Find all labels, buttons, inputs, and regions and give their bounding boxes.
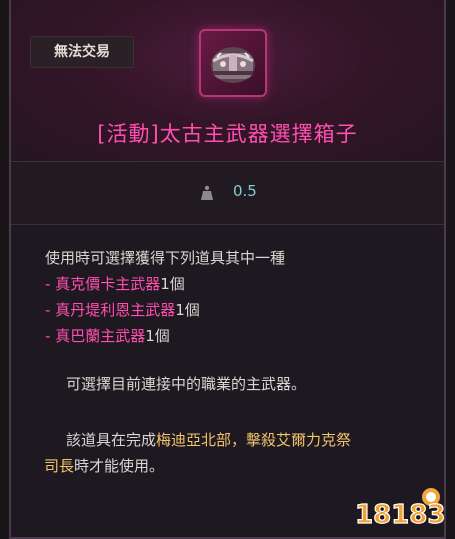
logo-text: 18183 [355, 500, 445, 529]
item-description: 使用時可選擇獲得下列道具其中一種 - 真克價卡主武器1個 - 真丹堤利恩主武器1… [45, 245, 435, 349]
untradable-badge: 無法交易 [30, 36, 134, 68]
list-item: - 真丹堤利恩主武器1個 [45, 301, 200, 319]
list-item: - 真巴蘭主武器1個 [45, 327, 170, 345]
reward-name: 真丹堤利恩主武器 [55, 301, 176, 319]
treasure-chest-icon [199, 29, 267, 97]
item-title: [活動]太古主武器選擇箱子 [97, 122, 358, 146]
description-note-class: 可選擇目前連接中的職業的主武器。 [66, 375, 307, 393]
item-tooltip: 無法交易 [活動]太古主武器選擇箱子 0.5 使用時可選擇獲得下列道具其中一種 … [9, 0, 446, 539]
reward-qty: 1個 [145, 327, 170, 345]
description-note-condition-line2: 司長時才能使用。 [44, 457, 165, 475]
18183-logo: 18183 [354, 488, 446, 529]
reward-name: 真巴蘭主武器 [55, 327, 146, 345]
tooltip-header: 無法交易 [活動]太古主武器選擇箱子 [11, 0, 444, 161]
reward-qty: 1個 [175, 301, 200, 319]
weight-row: 0.5 [11, 161, 444, 225]
list-item: - 真克價卡主武器1個 [45, 275, 185, 293]
quest-condition-tail: 司長 [44, 457, 75, 475]
description-intro: 使用時可選擇獲得下列道具其中一種 [45, 249, 286, 267]
description-note-condition-line1: 該道具在完成梅迪亞北部，擊殺艾爾力克祭 [66, 431, 352, 449]
weight-value: 0.5 [233, 182, 257, 200]
quest-condition: 梅迪亞北部，擊殺艾爾力克祭 [156, 431, 352, 449]
reward-name: 真克價卡主武器 [55, 275, 161, 293]
reward-qty: 1個 [160, 275, 185, 293]
weight-icon [201, 185, 213, 200]
